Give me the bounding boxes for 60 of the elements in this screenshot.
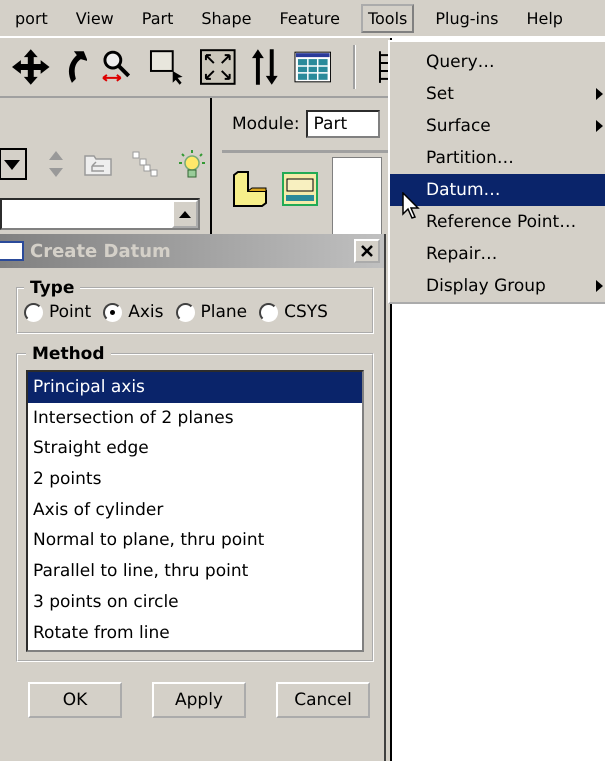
radio-button[interactable] bbox=[176, 302, 194, 322]
menu-item[interactable]: Plug-ins bbox=[428, 4, 506, 32]
dialog-button[interactable]: Apply bbox=[152, 682, 246, 718]
group-title: Type bbox=[29, 278, 76, 298]
move-arrows-icon[interactable] bbox=[12, 49, 50, 85]
close-button[interactable] bbox=[354, 239, 380, 263]
dialog-title: Create Datum bbox=[30, 240, 172, 262]
list-item[interactable]: 2 points bbox=[28, 464, 362, 495]
radio-option[interactable]: CSYS bbox=[259, 302, 328, 322]
tree-nodes-icon[interactable] bbox=[132, 151, 158, 177]
list-item[interactable]: Straight edge bbox=[28, 433, 362, 464]
lightbulb-icon[interactable] bbox=[178, 149, 206, 179]
grid-window-icon[interactable] bbox=[294, 51, 332, 83]
list-item[interactable]: Axis of cylinder bbox=[28, 494, 362, 526]
menu-entry[interactable]: Datum… bbox=[390, 174, 605, 206]
radio-button[interactable] bbox=[259, 302, 278, 322]
list-item[interactable]: Normal to plane, thru point bbox=[28, 525, 362, 556]
menu-item[interactable]: Help bbox=[519, 4, 570, 32]
module-field[interactable]: Part bbox=[306, 110, 380, 138]
tree-field[interactable] bbox=[0, 198, 200, 230]
dialog-button[interactable]: OK bbox=[28, 682, 122, 718]
panel-window-icon[interactable] bbox=[282, 171, 318, 207]
radio-option[interactable]: Axis bbox=[103, 302, 164, 322]
list-icon[interactable] bbox=[378, 49, 390, 85]
list-item[interactable]: Principal axis bbox=[28, 372, 362, 403]
submenu-arrow-icon bbox=[596, 280, 603, 292]
up-down-arrows-icon[interactable] bbox=[250, 49, 280, 85]
list-item[interactable]: Rotate from line bbox=[28, 618, 362, 648]
group-title: Method bbox=[31, 344, 106, 364]
part-bracket-icon[interactable] bbox=[232, 171, 268, 207]
menu-entry[interactable]: Reference Point… bbox=[390, 206, 605, 238]
list-item[interactable]: Intersection of 2 planes bbox=[28, 402, 362, 434]
scroll-up-button[interactable] bbox=[172, 200, 198, 228]
menu-item[interactable]: Tools bbox=[360, 4, 414, 32]
menu-item[interactable]: Feature bbox=[272, 4, 347, 32]
menu-entry[interactable]: Display Group bbox=[390, 270, 605, 302]
menu-entry[interactable]: Repair… bbox=[390, 238, 605, 270]
menu-entry[interactable]: Set bbox=[390, 78, 605, 110]
radio-button[interactable] bbox=[24, 302, 43, 322]
menu-item[interactable]: View bbox=[68, 4, 121, 32]
menu-entry[interactable]: Query… bbox=[390, 46, 605, 78]
list-item[interactable]: Parallel to line, thru point bbox=[28, 556, 362, 587]
close-icon bbox=[360, 244, 374, 258]
submenu-arrow-icon bbox=[596, 88, 603, 100]
module-label: Module: bbox=[232, 114, 300, 134]
menu-item[interactable]: Shape bbox=[194, 4, 258, 32]
submenu-arrow-icon bbox=[596, 120, 603, 132]
radio-button[interactable] bbox=[103, 302, 122, 322]
menu-entry[interactable]: Surface bbox=[390, 110, 605, 142]
radio-option[interactable]: Point bbox=[24, 302, 92, 322]
window-icon bbox=[0, 241, 24, 261]
menu-item[interactable]: port bbox=[8, 4, 55, 32]
radio-option[interactable]: Plane bbox=[176, 302, 248, 322]
fit-view-icon[interactable] bbox=[200, 49, 236, 85]
list-item[interactable]: 3 points on circle bbox=[28, 586, 362, 618]
dropdown-arrow-icon[interactable] bbox=[0, 148, 28, 180]
menu-item[interactable]: Part bbox=[134, 4, 180, 32]
menu-entry[interactable]: Partition… bbox=[390, 142, 605, 174]
dialog-button[interactable]: Cancel bbox=[276, 682, 370, 718]
pointer-cursor-icon bbox=[402, 192, 420, 220]
